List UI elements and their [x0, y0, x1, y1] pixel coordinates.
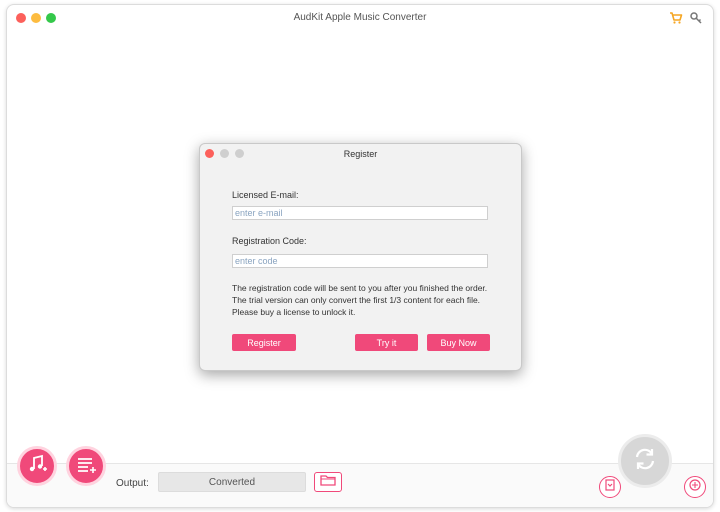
dialog-title-bar: Register — [200, 144, 521, 164]
email-label: Licensed E-mail: — [232, 190, 299, 200]
register-dialog: Register Licensed E-mail: Registration C… — [199, 143, 522, 371]
try-it-button[interactable]: Try it — [355, 334, 418, 351]
format-settings-button[interactable] — [684, 476, 706, 498]
title-bar: AudKit Apple Music Converter — [7, 5, 713, 31]
folder-icon — [320, 473, 336, 491]
format-icon — [688, 478, 702, 497]
output-path-field[interactable]: Converted — [158, 472, 306, 492]
history-button[interactable] — [599, 476, 621, 498]
window-title: AudKit Apple Music Converter — [293, 12, 427, 23]
register-button[interactable]: Register — [232, 334, 296, 351]
buy-now-button[interactable]: Buy Now — [427, 334, 490, 351]
registration-code-label: Registration Code: — [232, 236, 307, 246]
playlist-button[interactable] — [66, 446, 106, 486]
add-music-icon — [26, 453, 48, 480]
convert-button[interactable] — [618, 434, 672, 488]
output-label: Output: — [116, 478, 149, 489]
playlist-icon — [75, 453, 97, 480]
email-field[interactable] — [232, 206, 488, 220]
registration-note: The registration code will be sent to yo… — [232, 283, 488, 317]
registration-code-field[interactable] — [232, 254, 488, 268]
history-icon — [603, 478, 617, 497]
cart-icon[interactable] — [669, 11, 683, 25]
key-icon[interactable] — [689, 11, 703, 25]
dialog-title: Register — [343, 149, 378, 159]
convert-icon — [630, 444, 660, 479]
open-folder-button[interactable] — [314, 472, 342, 492]
add-music-button[interactable] — [17, 446, 57, 486]
